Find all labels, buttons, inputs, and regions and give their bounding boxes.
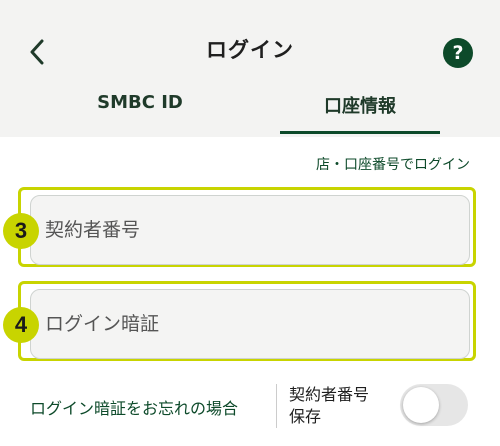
- divider: [276, 384, 277, 428]
- active-tab-indicator: [280, 131, 440, 134]
- tab-account-info[interactable]: 口座情報: [280, 92, 440, 136]
- contract-number-field-wrapper: [30, 195, 470, 265]
- store-account-login-link[interactable]: 店・口座番号でログイン: [316, 154, 470, 174]
- step-badge-4: 4: [3, 307, 39, 343]
- save-label-line2: 保存: [289, 407, 322, 426]
- tab-smbc-id-label: SMBC ID: [97, 92, 183, 113]
- login-password-input[interactable]: [31, 290, 469, 358]
- toggle-knob: [403, 387, 439, 423]
- contract-number-input[interactable]: [31, 196, 469, 264]
- app-header: ログイン ? SMBC ID 口座情報: [0, 0, 500, 137]
- step-badge-3: 3: [3, 213, 39, 249]
- tab-account-info-label: 口座情報: [324, 96, 396, 117]
- login-password-field-wrapper: [30, 289, 470, 359]
- help-icon: ?: [452, 42, 464, 64]
- save-label-line1: 契約者番号: [289, 385, 370, 404]
- save-contract-number-label: 契約者番号 保存: [289, 384, 389, 428]
- page-title: ログイン: [206, 38, 294, 62]
- tab-smbc-id[interactable]: SMBC ID: [60, 92, 220, 136]
- forgot-password-link[interactable]: ログイン暗証をお忘れの場合: [30, 395, 238, 419]
- help-button[interactable]: ?: [443, 38, 473, 68]
- save-contract-number-toggle[interactable]: [400, 384, 468, 426]
